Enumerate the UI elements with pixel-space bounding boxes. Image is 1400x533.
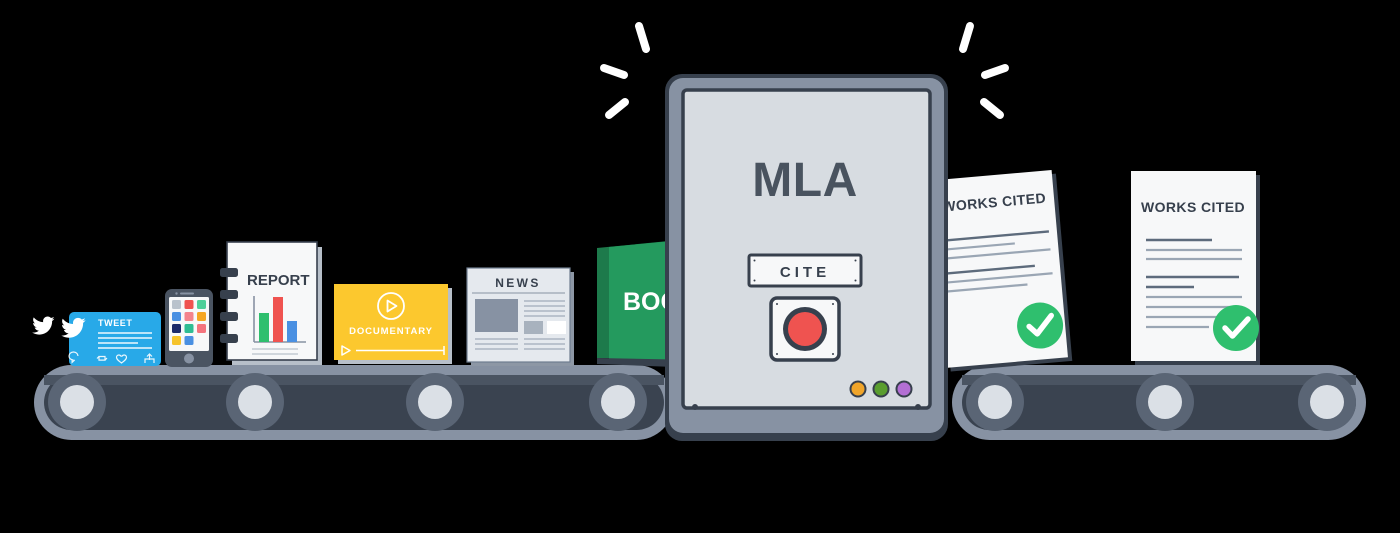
output-works-cited-2[interactable]: WORKS CITED	[1131, 171, 1260, 365]
item-documentary[interactable]: DOCUMENTARY	[334, 284, 452, 364]
mla-cite-machine[interactable]: MLA CITE	[665, 74, 948, 441]
output-works-cited-1[interactable]: WORKS CITED	[930, 169, 1073, 372]
cite-plate: CITE	[747, 253, 863, 288]
machine-led-indicators	[849, 380, 913, 398]
screw-bottom-left	[692, 404, 698, 410]
sparkle-burst-right	[959, 22, 1009, 119]
item-tweet[interactable]: TWEET	[32, 312, 161, 366]
screw-bottom-right	[915, 404, 921, 410]
chart-bar	[259, 313, 269, 342]
illustration-stage: TWEET REPORT DOCUMENTARY NEWS BOOK WORKS…	[0, 0, 1400, 533]
documentary-label: DOCUMENTARY	[349, 326, 433, 337]
conveyor-roller	[1136, 373, 1194, 431]
conveyor-roller	[966, 373, 1024, 431]
led-orange	[849, 380, 867, 398]
chart-bar	[287, 321, 297, 342]
news-thumb	[524, 321, 543, 334]
sparkle-burst-left	[600, 22, 650, 119]
input-conveyor	[34, 365, 674, 440]
machine-title: MLA	[752, 154, 857, 207]
works-cited-label: WORKS CITED	[1141, 199, 1245, 215]
report-label: REPORT	[247, 272, 310, 289]
cite-plate-label: CITE	[780, 264, 830, 281]
tweet-label: TWEET	[98, 318, 133, 328]
led-purple	[895, 380, 913, 398]
chart-bar	[273, 297, 283, 342]
conveyor-roller	[406, 373, 464, 431]
conveyor-roller	[226, 373, 284, 431]
news-thumb	[547, 321, 566, 334]
news-label: NEWS	[495, 276, 541, 290]
twitter-bird-icon	[32, 316, 55, 335]
conveyor-roller	[1298, 373, 1356, 431]
output-conveyor	[952, 365, 1366, 440]
status-badge-check	[1213, 305, 1259, 351]
conveyor-roller	[589, 373, 647, 431]
item-smartphone[interactable]	[165, 289, 213, 367]
led-green	[872, 380, 890, 398]
news-photo	[475, 299, 518, 332]
conveyor-roller	[48, 373, 106, 431]
big-red-cite-button[interactable]	[769, 296, 841, 362]
item-newspaper[interactable]: NEWS	[466, 267, 574, 366]
item-report[interactable]: REPORT	[220, 241, 322, 365]
